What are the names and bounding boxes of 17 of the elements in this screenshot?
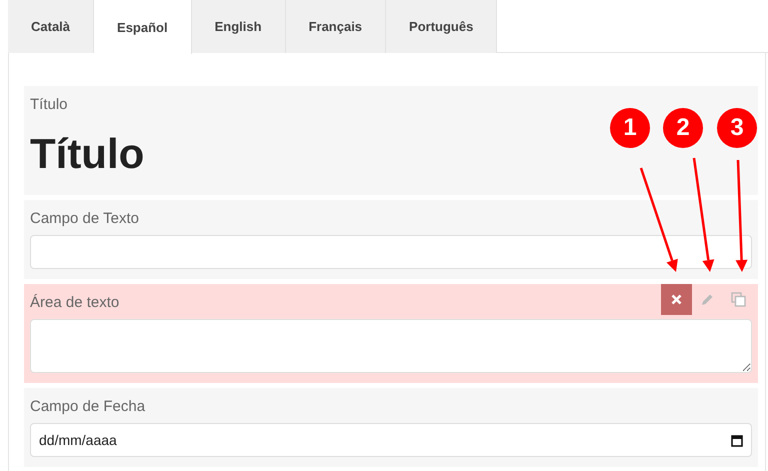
language-tab[interactable]: Català (8, 0, 94, 53)
close-icon (671, 294, 682, 306)
field-label: Campo de Fecha (30, 398, 146, 416)
copy-icon (731, 292, 746, 308)
calendar-icon[interactable] (731, 434, 743, 447)
language-tab[interactable]: Português (386, 0, 498, 53)
language-tab[interactable]: English (192, 0, 286, 53)
delete-button[interactable] (661, 284, 692, 316)
language-tab[interactable]: Français (286, 0, 386, 53)
language-tab[interactable]: Español (94, 0, 192, 54)
field-label: Área de texto (30, 294, 120, 312)
heading-text: Título (30, 129, 144, 179)
date-field[interactable]: dd/mm/aaaa (30, 423, 752, 458)
field-label: Título (30, 96, 68, 113)
pencil-icon (701, 293, 714, 306)
text-field[interactable] (30, 235, 752, 270)
field-label: Campo de Texto (30, 210, 139, 228)
